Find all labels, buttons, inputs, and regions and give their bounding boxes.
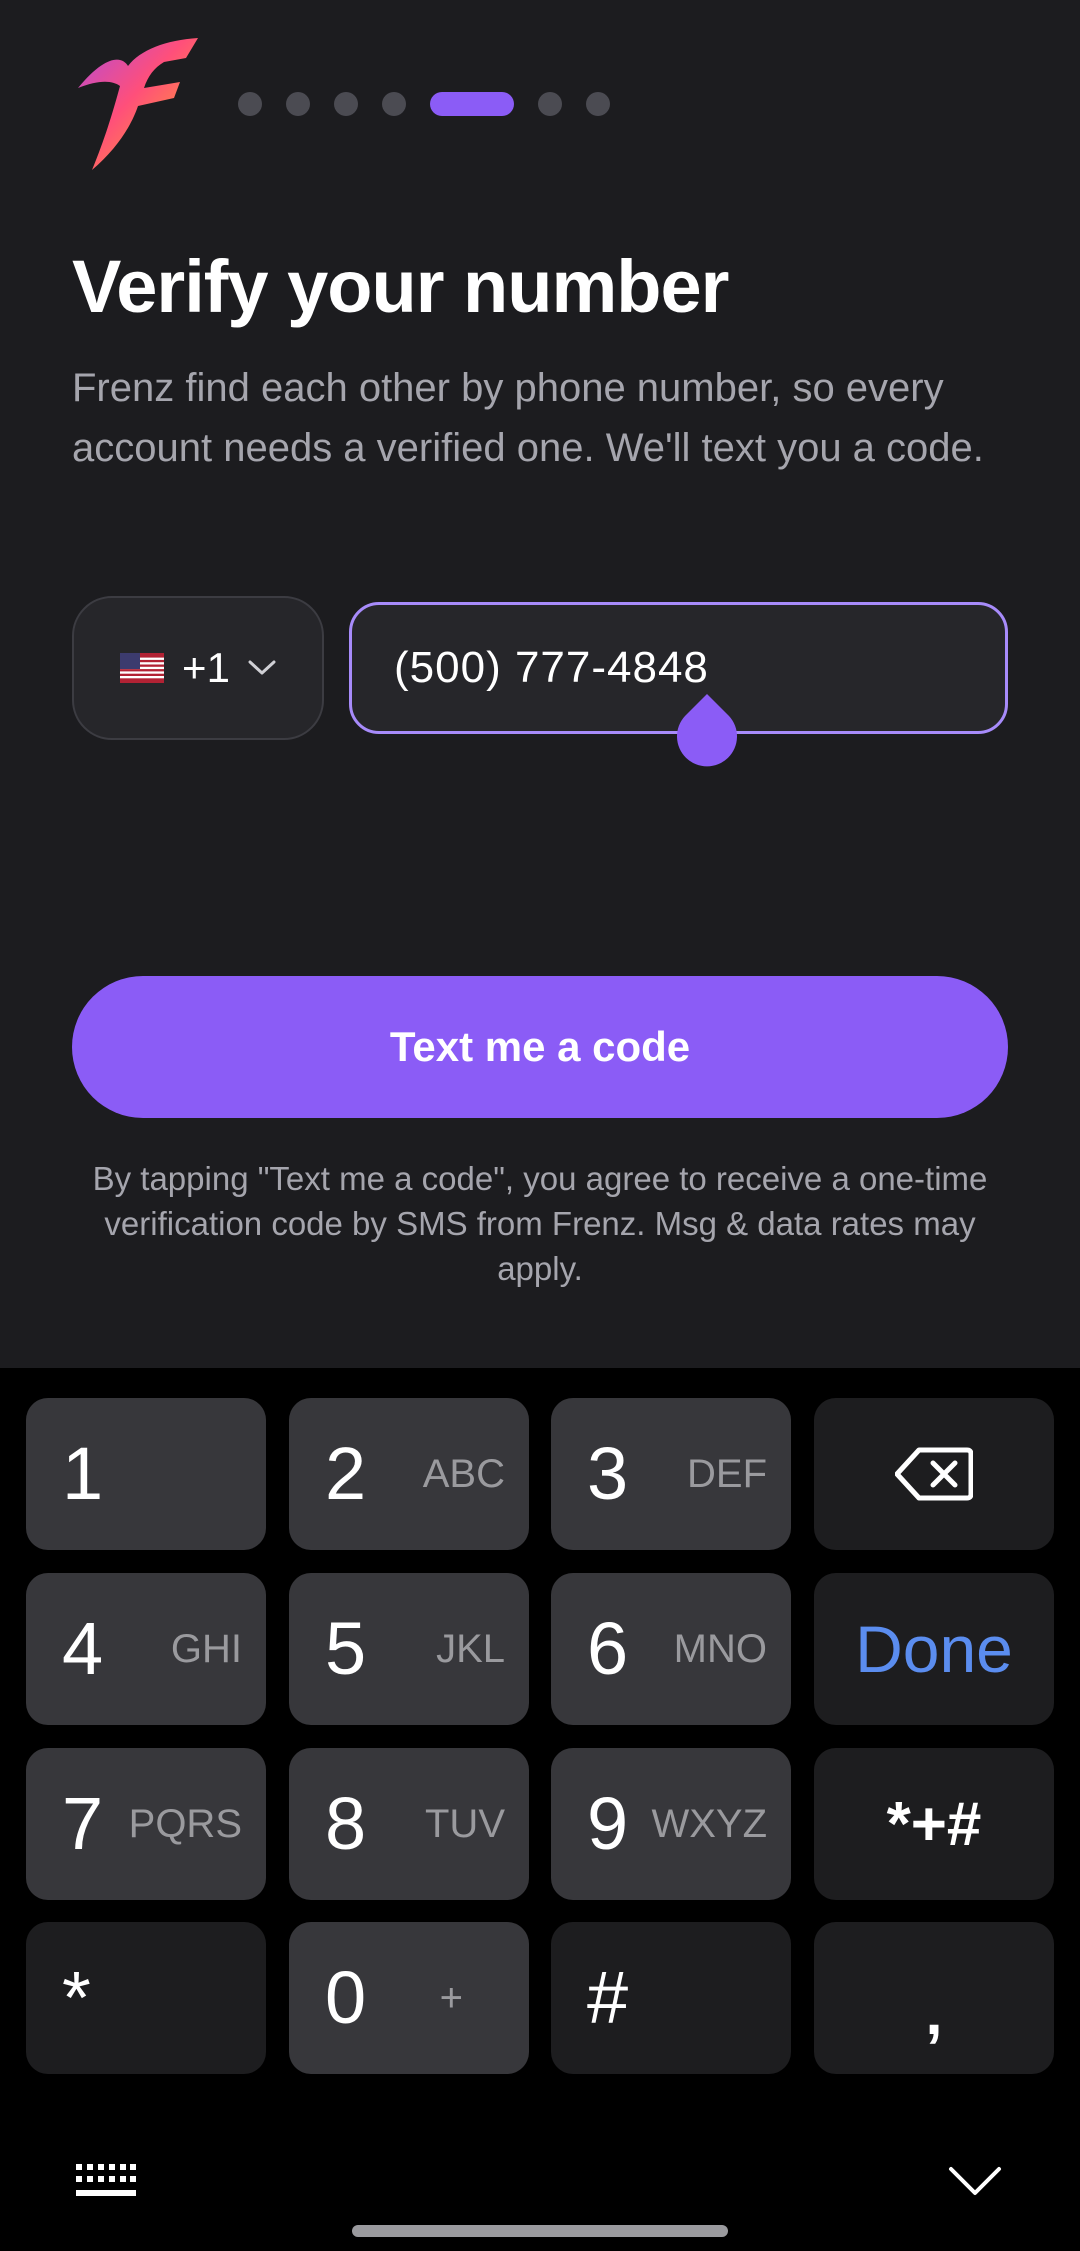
text-cursor-handle[interactable]: [677, 694, 737, 768]
backspace-icon: [895, 1447, 973, 1501]
symbols-key[interactable]: *+#: [814, 1748, 1054, 1900]
key-1[interactable]: 1: [26, 1398, 266, 1550]
progress-dot: [538, 92, 562, 116]
key-letters: JKL: [436, 1627, 505, 1671]
key-6[interactable]: 6 MNO: [551, 1573, 791, 1725]
key-letters: PQRS: [128, 1802, 242, 1846]
symbols-label: *+#: [886, 1789, 982, 1859]
backspace-key[interactable]: [814, 1398, 1054, 1550]
key-0[interactable]: 0 +: [289, 1922, 529, 2074]
home-indicator: [352, 2225, 728, 2237]
key-digit: 7: [62, 1782, 104, 1865]
key-letters: TUV: [425, 1802, 505, 1846]
key-digit: 2: [325, 1432, 367, 1515]
comma-key[interactable]: ,: [814, 1922, 1054, 2074]
key-letters: GHI: [170, 1627, 242, 1671]
progress-dot-active: [430, 92, 514, 116]
key-digit: #: [587, 1956, 629, 2039]
phone-number-value: (500) 777-4848: [394, 643, 709, 692]
key-star[interactable]: *: [26, 1922, 266, 2074]
legal-disclaimer: By tapping "Text me a code", you agree t…: [92, 1160, 988, 1287]
progress-dot: [238, 92, 262, 116]
key-8[interactable]: 8 TUV: [289, 1748, 529, 1900]
key-hash[interactable]: #: [551, 1922, 791, 2074]
intro-text: Frenz find each other by phone number, s…: [72, 366, 984, 470]
key-letters: WXYZ: [651, 1802, 767, 1846]
key-digit: 3: [587, 1432, 629, 1515]
key-9[interactable]: 9 WXYZ: [551, 1748, 791, 1900]
page-title: Verify your number: [72, 245, 729, 328]
key-letters: ABC: [422, 1452, 505, 1496]
key-digit: 1: [62, 1432, 104, 1515]
key-4[interactable]: 4 GHI: [26, 1573, 266, 1725]
done-key[interactable]: Done: [814, 1573, 1054, 1725]
key-digit: 5: [325, 1607, 367, 1690]
progress-indicator: [238, 92, 610, 116]
key-7[interactable]: 7 PQRS: [26, 1748, 266, 1900]
key-digit: 8: [325, 1782, 367, 1865]
key-5[interactable]: 5 JKL: [289, 1573, 529, 1725]
done-label: Done: [855, 1612, 1013, 1686]
chevron-down-icon: [248, 660, 276, 675]
country-code: +1: [182, 644, 230, 691]
keyboard-icon[interactable]: [76, 2164, 136, 2198]
key-3[interactable]: 3 DEF: [551, 1398, 791, 1550]
key-letters: +: [439, 1976, 463, 2020]
key-letters: DEF: [687, 1452, 767, 1496]
key-digit: *: [62, 1956, 91, 2039]
progress-dot: [382, 92, 406, 116]
progress-dot: [286, 92, 310, 116]
frenz-logo: [78, 38, 198, 170]
key-digit: 0: [325, 1956, 367, 2039]
us-flag-icon: [120, 653, 165, 683]
comma-label: ,: [925, 1978, 943, 2048]
country-code-picker[interactable]: +1: [72, 596, 324, 740]
key-letters: MNO: [673, 1627, 767, 1671]
key-digit: 4: [62, 1607, 104, 1690]
progress-dot: [334, 92, 358, 116]
progress-dot: [586, 92, 610, 116]
chevron-down-icon[interactable]: [948, 2166, 1002, 2196]
key-digit: 6: [587, 1607, 629, 1690]
key-digit: 9: [587, 1782, 629, 1865]
text-me-code-button[interactable]: Text me a code: [72, 976, 1008, 1118]
key-2[interactable]: 2 ABC: [289, 1398, 529, 1550]
